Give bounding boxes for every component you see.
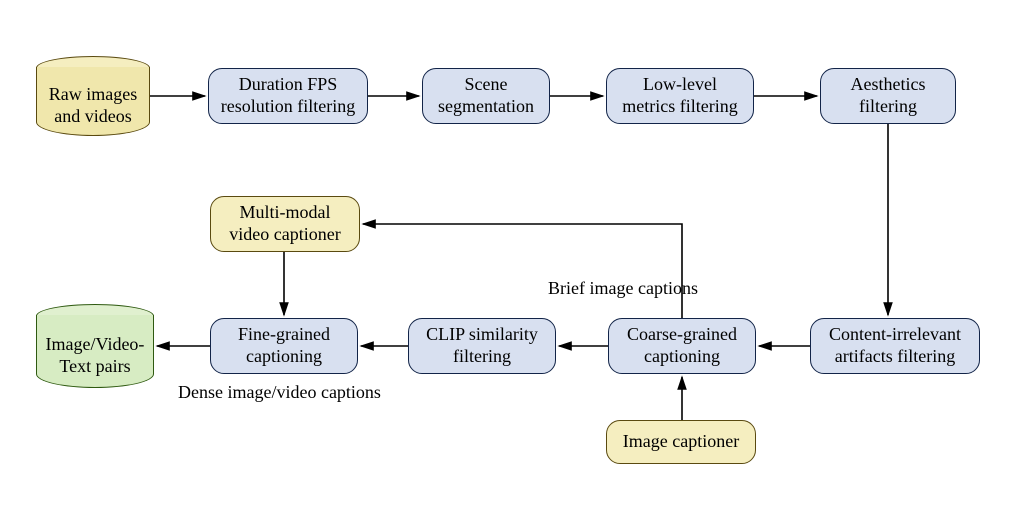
node-raw-label: Raw imagesand videos [49, 84, 137, 127]
node-fine-label: Fine-grainedcaptioning [238, 324, 330, 367]
node-coarse-captioning: Coarse-grainedcaptioning [608, 318, 756, 374]
node-coarse-label: Coarse-grainedcaptioning [627, 324, 737, 367]
node-content-irrelevant: Content-irrelevantartifacts filtering [810, 318, 980, 374]
node-raw-cylinder: Raw imagesand videos [36, 56, 150, 136]
node-clip-filtering: CLIP similarityfiltering [408, 318, 556, 374]
node-lowlevel-label: Low-levelmetrics filtering [622, 74, 737, 117]
node-output-label: Image/Video-Text pairs [46, 334, 145, 377]
node-output-cylinder: Image/Video-Text pairs [36, 304, 154, 388]
node-duration: Duration FPSresolution filtering [208, 68, 368, 124]
node-duration-label: Duration FPSresolution filtering [221, 74, 355, 117]
node-scene: Scenesegmentation [422, 68, 550, 124]
node-aesthetics-label: Aestheticsfiltering [851, 74, 926, 117]
node-scene-label: Scenesegmentation [438, 74, 534, 117]
edge-label-brief: Brief image captions [548, 278, 698, 299]
node-clip-label: CLIP similarityfiltering [426, 324, 538, 367]
node-aesthetics: Aestheticsfiltering [820, 68, 956, 124]
flowchart-canvas: Raw imagesand videos Image/Video-Text pa… [0, 0, 1024, 513]
node-content-label: Content-irrelevantartifacts filtering [829, 324, 961, 367]
node-fine-captioning: Fine-grainedcaptioning [210, 318, 358, 374]
node-lowlevel: Low-levelmetrics filtering [606, 68, 754, 124]
node-multimodal-captioner: Multi-modalvideo captioner [210, 196, 360, 252]
node-imgcap-label: Image captioner [623, 431, 739, 453]
edge-label-dense: Dense image/video captions [178, 382, 381, 403]
node-multimodal-label: Multi-modalvideo captioner [229, 202, 340, 245]
node-image-captioner: Image captioner [606, 420, 756, 464]
